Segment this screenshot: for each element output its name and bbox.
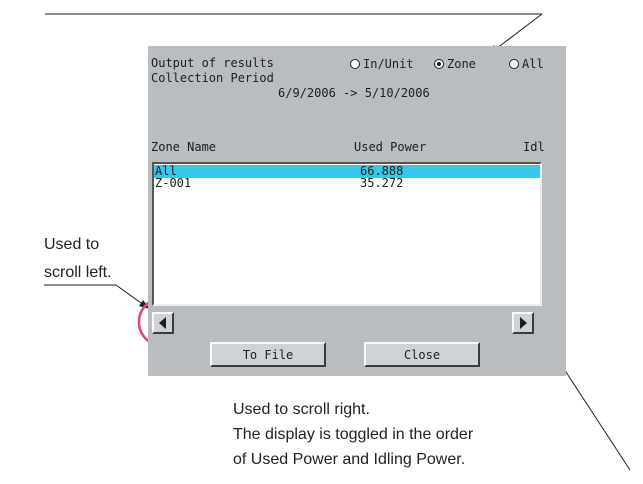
column-header-zone-name: Zone Name xyxy=(151,140,217,154)
triangle-right-icon xyxy=(520,317,527,329)
scroll-right-button[interactable] xyxy=(512,312,534,334)
row-used-power: 35.272 xyxy=(360,176,404,190)
radio-zone-label: Zone xyxy=(447,57,476,71)
scroll-right-note-line3: of Used Power and Idling Power. xyxy=(233,451,466,468)
radio-zone[interactable]: Zone xyxy=(434,57,476,71)
scroll-right-note-line2: The display is toggled in the order xyxy=(233,426,474,443)
row-zone-name: Z-001 xyxy=(155,176,192,190)
radio-zone-indicator xyxy=(434,59,444,69)
scroll-left-note-line2: scroll left. xyxy=(44,264,112,281)
scroll-left-button[interactable] xyxy=(152,312,174,334)
column-header-used-power: Used Power xyxy=(354,140,427,154)
list-row[interactable]: Z-001 35.272 xyxy=(154,177,540,190)
output-results-window: Output of results Collection Period 6/9/… xyxy=(148,46,566,376)
triangle-left-icon xyxy=(159,317,166,329)
collection-period-label: Collection Period xyxy=(151,71,274,85)
scroll-left-callout-pointer xyxy=(115,284,149,309)
output-of-results-label: Output of results xyxy=(151,56,274,70)
radio-all-indicator xyxy=(509,59,519,69)
column-header-idle: Idl xyxy=(523,140,545,154)
zone-results-list[interactable]: All 66.888 Z-001 35.272 xyxy=(152,162,542,306)
scroll-left-note-line1: Used to xyxy=(44,236,100,253)
radio-in-unit-label: In/Unit xyxy=(363,57,414,71)
scroll-right-note-line1: Used to scroll right. xyxy=(233,401,370,418)
to-file-button[interactable]: To File xyxy=(210,342,326,367)
radio-in-unit[interactable]: In/Unit xyxy=(350,57,414,71)
radio-in-unit-indicator xyxy=(350,59,360,69)
close-button[interactable]: Close xyxy=(364,342,480,367)
radio-all[interactable]: All xyxy=(509,57,544,71)
collection-period-value: 6/9/2006 -> 5/10/2006 xyxy=(278,86,430,100)
radio-all-label: All xyxy=(522,57,544,71)
